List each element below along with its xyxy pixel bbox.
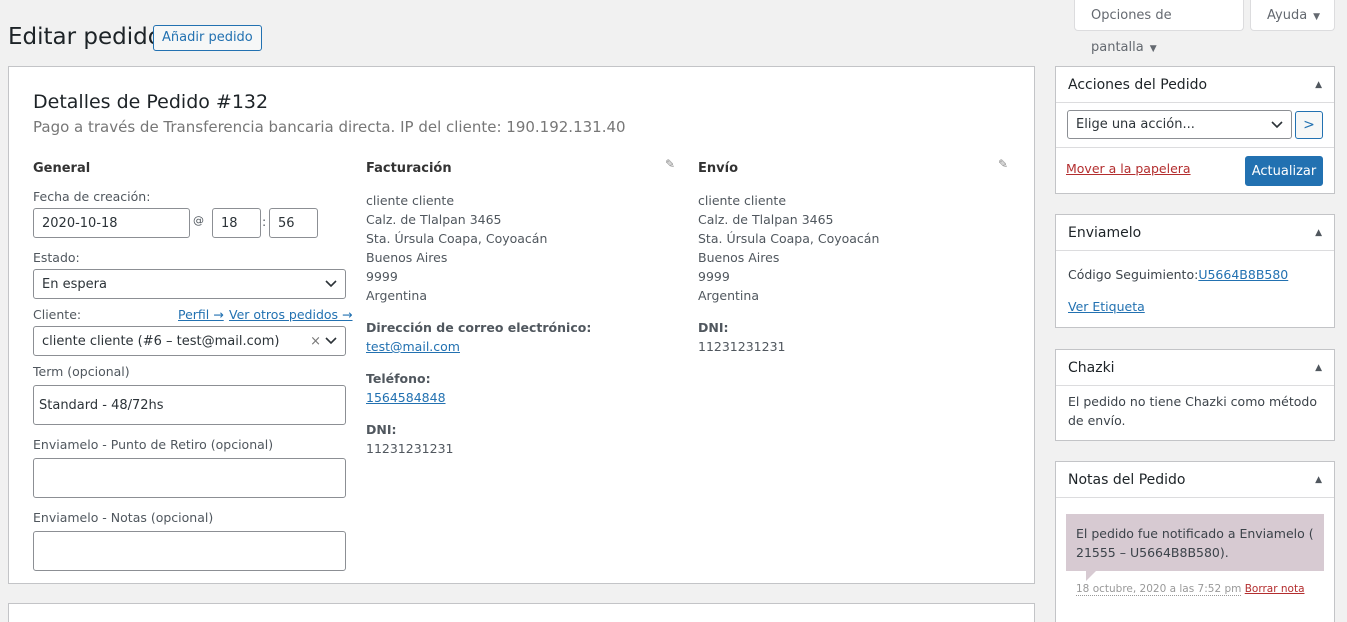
order-actions-header[interactable]: Acciones del Pedido ▲	[1056, 67, 1334, 103]
hour-input[interactable]: 18	[212, 208, 261, 238]
other-orders-link[interactable]: Ver otros pedidos →	[229, 307, 353, 322]
collapse-triangle-icon[interactable]: ▲	[1315, 80, 1322, 90]
enviamelo-header[interactable]: Enviamelo ▲	[1056, 215, 1334, 251]
order-subtitle: Pago a través de Transferencia bancaria …	[33, 118, 626, 136]
order-action-select[interactable]: Elige una acción...	[1067, 110, 1292, 139]
delete-note-link[interactable]: Borrar nota	[1245, 583, 1305, 595]
note-date: 18 octubre, 2020 a las 7:52 pm	[1076, 583, 1242, 596]
order-items-panel	[8, 603, 1035, 622]
tracking-row: Código Seguimiento:U5664B8B580	[1068, 267, 1288, 282]
shipping-dni-label: DNI:	[698, 320, 729, 335]
chazki-title: Chazki	[1068, 359, 1115, 376]
collapse-triangle-icon[interactable]: ▲	[1315, 475, 1322, 485]
update-button[interactable]: Actualizar	[1245, 156, 1323, 186]
address-line: Buenos Aires	[698, 250, 780, 265]
note-tail	[1086, 571, 1096, 581]
address-line: Calz. de Tlalpan 3465	[698, 212, 834, 227]
billing-phone-link[interactable]: 1564584848	[366, 390, 446, 405]
shipping-dni-value: 11231231231	[698, 339, 786, 354]
tracking-label: Código Seguimiento:	[1068, 267, 1199, 282]
address-line: Calz. de Tlalpan 3465	[366, 212, 502, 227]
status-select[interactable]: En espera	[33, 269, 346, 299]
general-heading: General	[33, 161, 91, 176]
help-label: Ayuda	[1267, 8, 1308, 23]
screen-options-label: Opciones de pantalla	[1091, 8, 1172, 55]
customer-value: cliente cliente (#6 – test@mail.com)	[42, 333, 280, 349]
help-button[interactable]: Ayuda ▼	[1250, 0, 1335, 31]
billing-address: cliente cliente Calz. de Tlalpan 3465 St…	[366, 191, 547, 305]
collapse-triangle-icon[interactable]: ▲	[1315, 363, 1322, 373]
time-colon: :	[262, 214, 267, 229]
shipping-address: cliente cliente Calz. de Tlalpan 3465 St…	[698, 191, 879, 305]
address-line: Argentina	[698, 288, 759, 303]
at-sign: @	[193, 214, 204, 227]
chazki-message: El pedido no tiene Chazki como método de…	[1068, 394, 1317, 428]
minute-input[interactable]: 56	[269, 208, 318, 238]
screen-options-button[interactable]: Opciones de pantalla ▼	[1074, 0, 1244, 55]
term-label: Term (opcional)	[33, 364, 130, 379]
order-actions-title: Acciones del Pedido	[1068, 76, 1208, 93]
pickup-input[interactable]	[33, 458, 346, 498]
address-line: cliente cliente	[366, 193, 455, 208]
move-to-trash-link[interactable]: Mover a la papelera	[1066, 161, 1191, 176]
divider	[1056, 147, 1334, 148]
billing-phone-label: Teléfono:	[366, 371, 431, 386]
date-label: Fecha de creación:	[33, 189, 151, 204]
collapse-triangle-icon[interactable]: ▲	[1315, 228, 1322, 238]
billing-dni-label: DNI:	[366, 422, 397, 437]
shipping-heading: Envío	[698, 161, 738, 176]
pickup-label: Enviamelo - Punto de Retiro (opcional)	[33, 437, 274, 452]
page-title: Editar pedido	[8, 24, 162, 50]
order-notes-header[interactable]: Notas del Pedido ▲	[1056, 462, 1334, 498]
address-line: Argentina	[366, 288, 427, 303]
status-value: En espera	[42, 276, 107, 292]
address-line: Sta. Úrsula Coapa, Coyoacán	[366, 231, 548, 246]
apply-action-button[interactable]: >	[1295, 111, 1323, 139]
view-label-link[interactable]: Ver Etiqueta	[1068, 299, 1145, 314]
caret-down-icon: ▼	[1313, 12, 1321, 22]
address-line: cliente cliente	[698, 193, 787, 208]
term-input[interactable]: Standard - 48/72hs	[33, 385, 346, 425]
order-action-placeholder: Elige una acción...	[1076, 117, 1195, 132]
billing-dni-value: 11231231231	[366, 441, 454, 456]
billing-heading: Facturación	[366, 161, 452, 176]
profile-link[interactable]: Perfil →	[178, 307, 224, 322]
billing-email-link[interactable]: test@mail.com	[366, 339, 460, 354]
date-input[interactable]: 2020-10-18	[33, 208, 190, 238]
clear-icon[interactable]: ×	[310, 334, 321, 349]
chevron-down-icon	[325, 280, 337, 288]
caret-down-icon: ▼	[1149, 44, 1157, 54]
customer-label: Cliente:	[33, 307, 82, 322]
address-line: Buenos Aires	[366, 250, 448, 265]
billing-email-label: Dirección de correo electrónico:	[366, 320, 592, 335]
customer-select[interactable]: cliente cliente (#6 – test@mail.com) ×	[33, 326, 346, 356]
address-line: 9999	[366, 269, 398, 284]
chevron-down-icon	[325, 337, 337, 345]
chevron-down-icon	[1271, 120, 1283, 128]
order-note: El pedido fue notificado a Enviamelo ( 2…	[1066, 514, 1324, 571]
status-label: Estado:	[33, 250, 80, 265]
address-line: Sta. Úrsula Coapa, Coyoacán	[698, 231, 880, 246]
notes-input[interactable]	[33, 531, 346, 571]
note-meta: 18 octubre, 2020 a las 7:52 pm Borrar no…	[1076, 583, 1305, 596]
tracking-code-link[interactable]: U5664B8B580	[1198, 267, 1288, 282]
edit-shipping-pencil-icon[interactable]: ✎	[998, 157, 1008, 171]
order-notes-title: Notas del Pedido	[1068, 471, 1186, 488]
address-line: 9999	[698, 269, 730, 284]
edit-billing-pencil-icon[interactable]: ✎	[665, 157, 675, 171]
notes-label: Enviamelo - Notas (opcional)	[33, 510, 214, 525]
order-title: Detalles de Pedido #132	[33, 91, 269, 113]
add-order-button[interactable]: Añadir pedido	[153, 25, 262, 51]
enviamelo-title: Enviamelo	[1068, 224, 1142, 241]
chazki-header[interactable]: Chazki ▲	[1056, 350, 1334, 386]
